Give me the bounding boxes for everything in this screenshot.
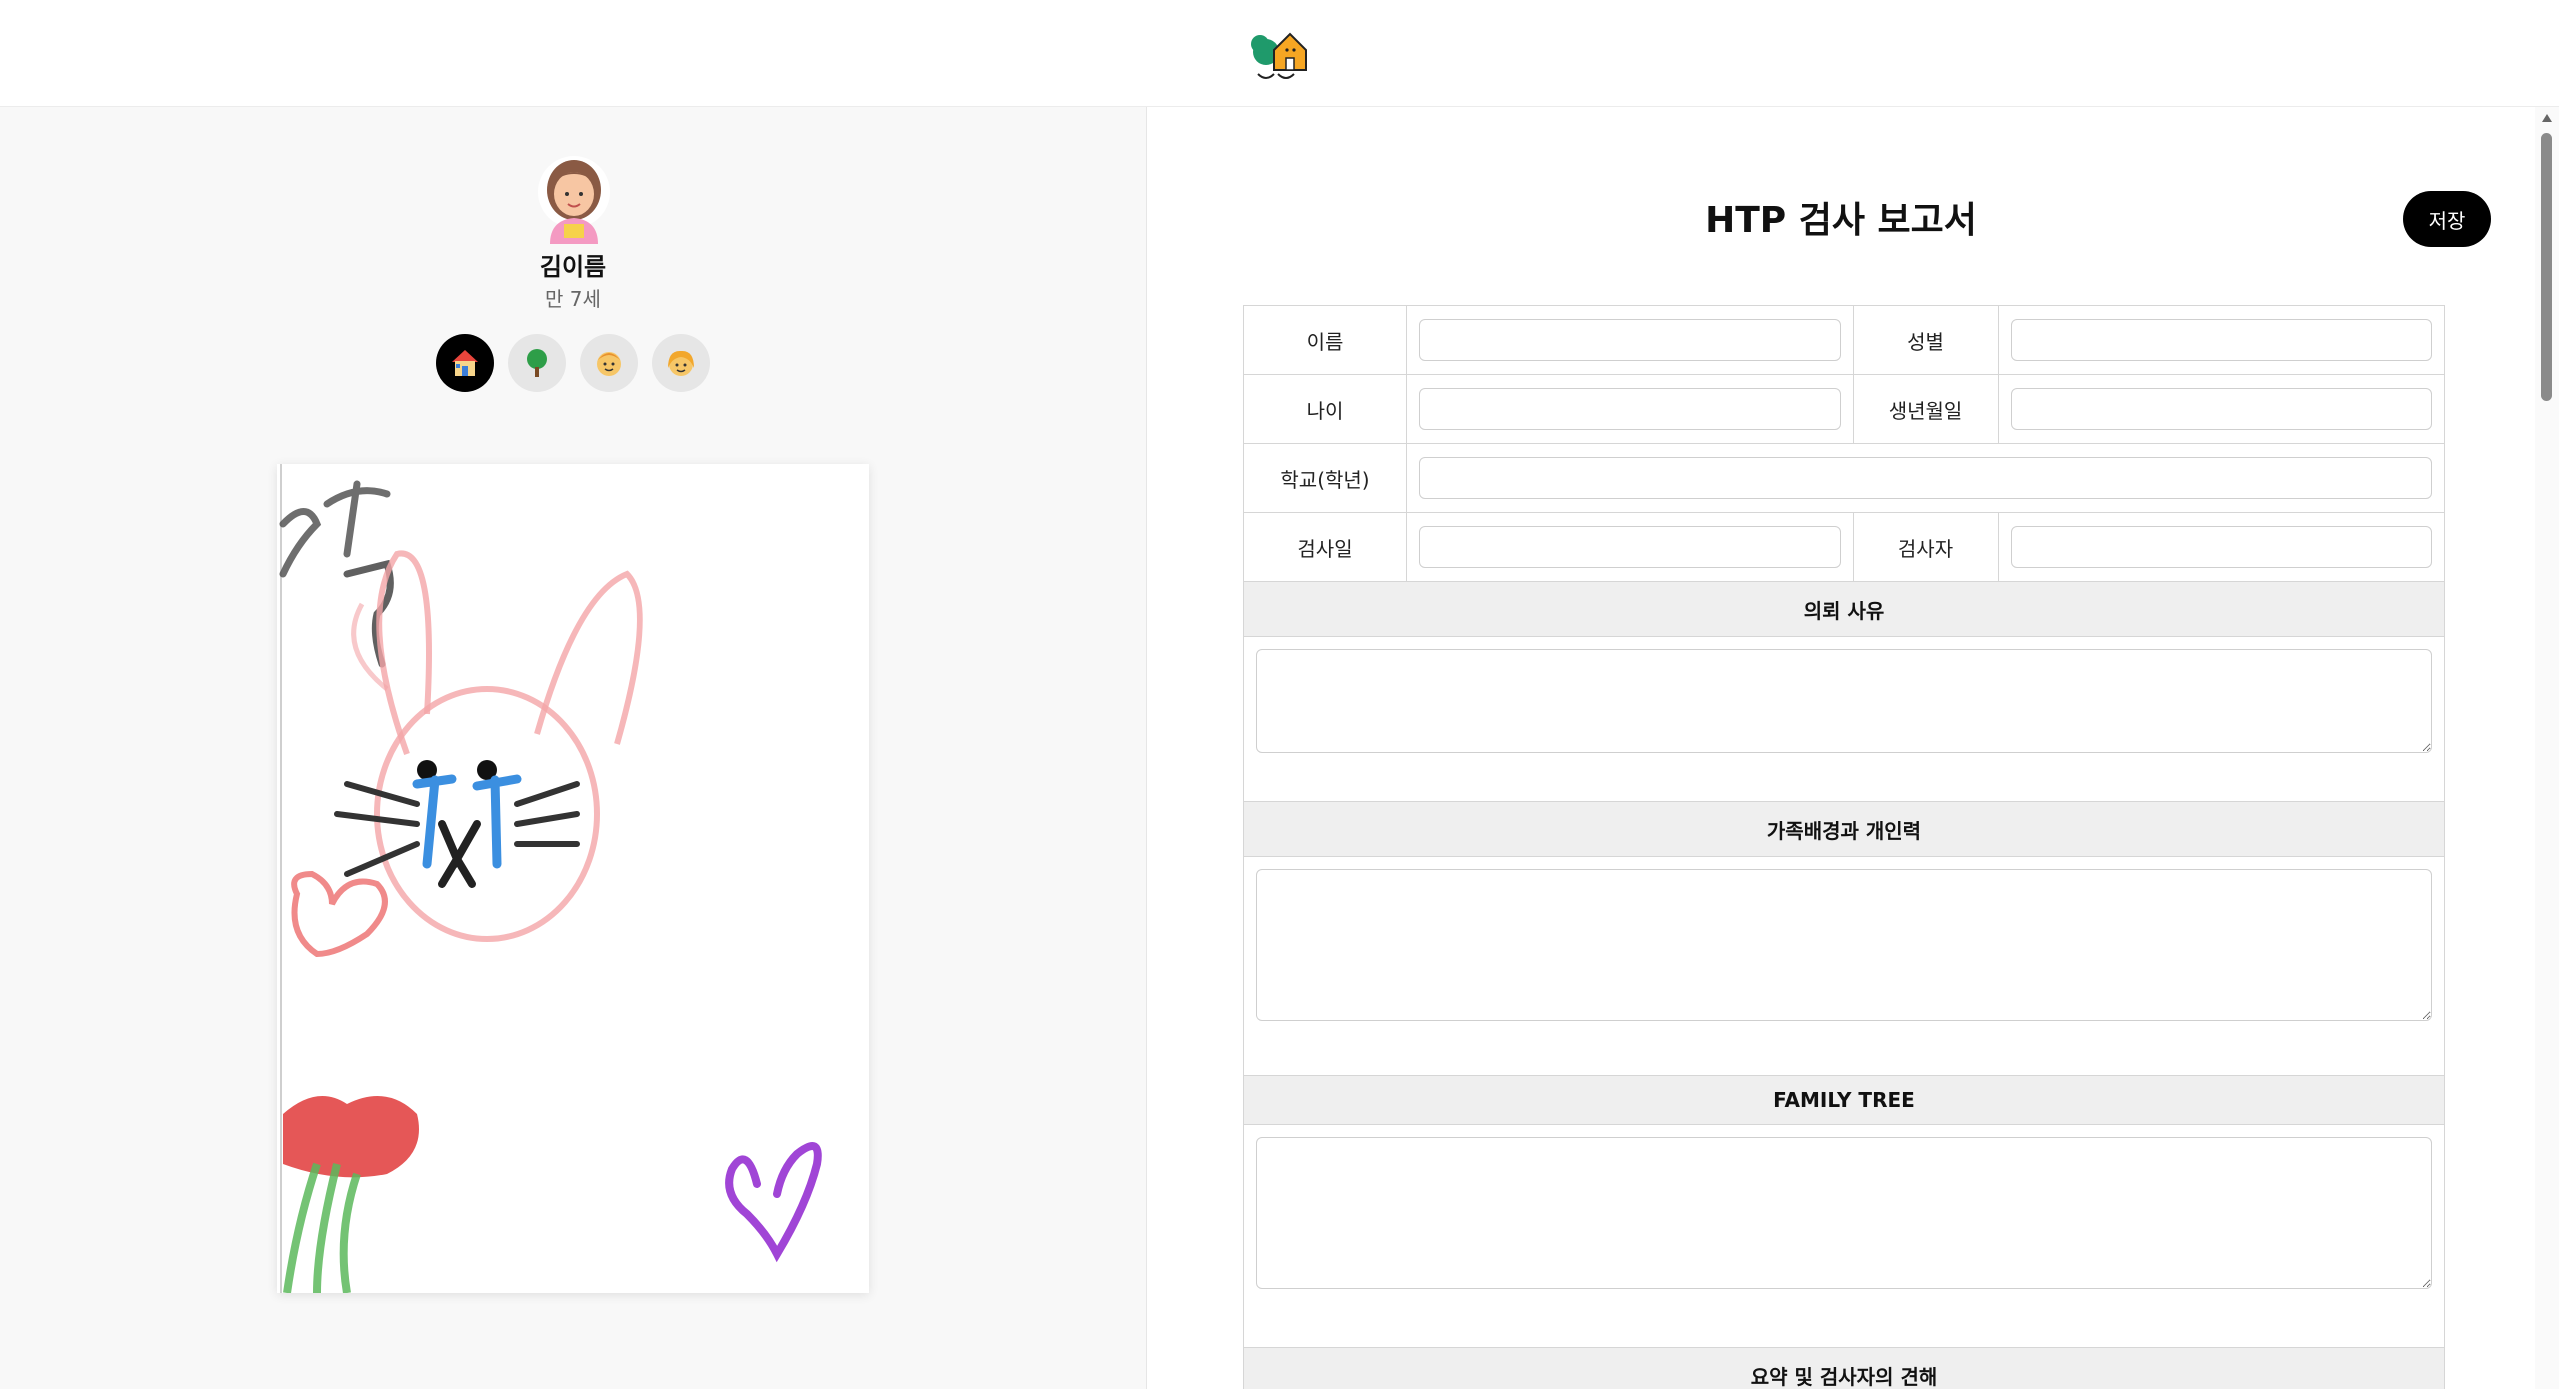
scroll-up-arrow-icon[interactable]: [2541, 113, 2553, 123]
form-row-school: 학교(학년): [1244, 444, 2444, 513]
tree-icon: [527, 349, 547, 377]
family-tree-textarea[interactable]: [1256, 1137, 2432, 1289]
family-tree-section-title: FAMILY TREE: [1244, 1076, 2444, 1125]
family-section-title: 가족배경과 개인력: [1244, 802, 2444, 857]
school-field[interactable]: [1419, 457, 2432, 499]
tab-boy[interactable]: [580, 334, 638, 392]
gender-field[interactable]: [2010, 319, 2432, 361]
save-button[interactable]: 저장: [2403, 191, 2491, 247]
girl-avatar-icon: [536, 152, 612, 244]
family-tree-section: [1244, 1125, 2444, 1348]
birth-field[interactable]: [2010, 388, 2432, 430]
child-drawing-canvas[interactable]: [277, 464, 869, 1293]
boy-icon: [597, 352, 621, 376]
age-field[interactable]: [1419, 388, 1841, 430]
house-icon: [452, 350, 478, 376]
test-date-field[interactable]: [1419, 526, 1841, 568]
scrollbar-thumb[interactable]: [2541, 133, 2552, 401]
report-title: HTP 검사 보고서: [1705, 200, 1977, 241]
name-label: 이름: [1244, 306, 1407, 374]
tab-girl[interactable]: [652, 334, 710, 392]
girl-icon: [668, 350, 694, 376]
scrollbar[interactable]: [2535, 107, 2559, 1389]
form-row-name-gender: 이름 성별: [1244, 306, 2444, 375]
drawing-image: [279, 464, 869, 1293]
family-section: [1244, 857, 2444, 1076]
birth-label: 생년월일: [1852, 375, 1999, 443]
drawing-tabs: [436, 334, 712, 394]
examiner-label: 검사자: [1852, 513, 1999, 581]
tab-house[interactable]: [436, 334, 494, 392]
form-row-date-examiner: 검사일 검사자: [1244, 513, 2444, 582]
summary-section-title: 요약 및 검사자의 견해: [1244, 1348, 2444, 1389]
child-age: 만 7세: [545, 287, 601, 311]
name-field[interactable]: [1419, 319, 1841, 361]
report-pane: HTP 검사 보고서 저장 이름 성별 나이 생년월일 학교(학년) 검사일 검…: [1147, 107, 2535, 1389]
family-textarea[interactable]: [1256, 869, 2432, 1021]
test-date-label: 검사일: [1244, 513, 1407, 581]
referral-textarea[interactable]: [1256, 649, 2432, 753]
child-name: 김이름: [539, 253, 607, 281]
form-row-age-birth: 나이 생년월일: [1244, 375, 2444, 444]
examiner-field[interactable]: [2010, 526, 2432, 568]
top-bar: [0, 0, 2559, 107]
school-label: 학교(학년): [1244, 444, 1407, 512]
age-label: 나이: [1244, 375, 1407, 443]
tab-tree[interactable]: [508, 334, 566, 392]
child-profile-pane: 김이름 만 7세: [0, 107, 1147, 1389]
gender-label: 성별: [1852, 306, 1999, 374]
house-tree-logo-icon[interactable]: [1246, 20, 1312, 84]
report-form: 이름 성별 나이 생년월일 학교(학년) 검사일 검사자 의뢰 사유 가족배경과…: [1243, 305, 2445, 1389]
referral-section: [1244, 637, 2444, 802]
referral-section-title: 의뢰 사유: [1244, 582, 2444, 637]
